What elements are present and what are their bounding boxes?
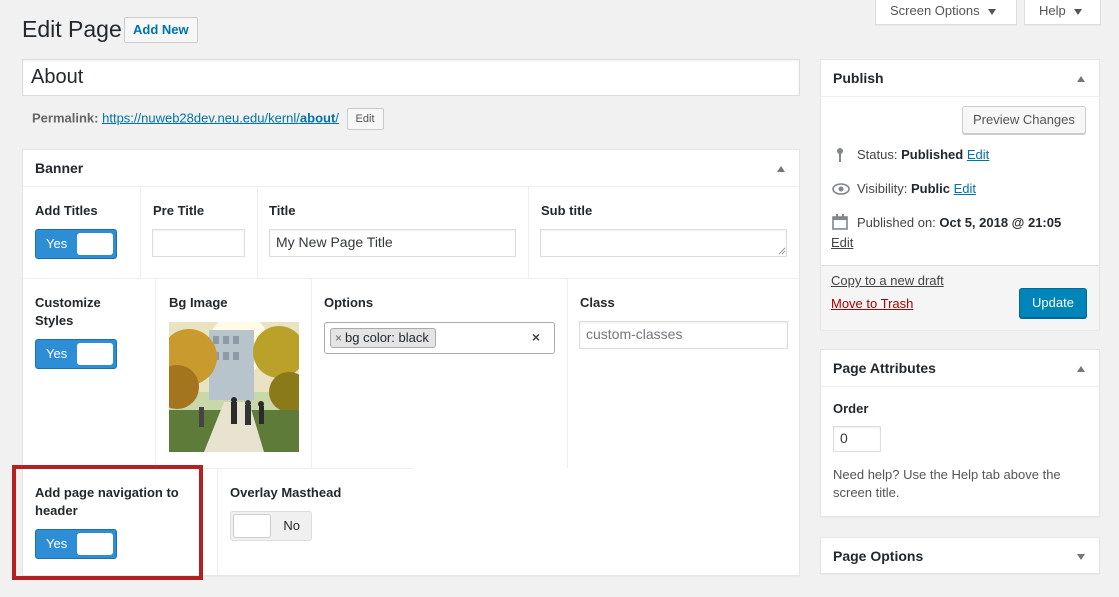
divider: [528, 187, 529, 278]
page-options-header[interactable]: Page Options: [821, 538, 1099, 575]
visibility-value: Public: [910, 181, 950, 196]
banner-header[interactable]: Banner: [23, 150, 799, 187]
status-value: Published: [901, 147, 964, 162]
preview-changes-button[interactable]: Preview Changes: [962, 106, 1086, 134]
toggle-label: No: [283, 518, 300, 533]
toggle-label: Yes: [46, 346, 68, 361]
toggle-label: Yes: [46, 236, 68, 251]
options-label: Options: [324, 295, 374, 310]
help-button[interactable]: Help: [1024, 0, 1101, 25]
class-input[interactable]: custom-classes: [579, 321, 788, 349]
published-row: Published on: Oct 5, 2018 @ 21:05: [857, 214, 1061, 232]
add-titles-toggle[interactable]: Yes: [35, 229, 117, 259]
overlay-masthead-toggle[interactable]: No: [230, 511, 312, 541]
chip-remove-icon[interactable]: ×: [335, 331, 342, 345]
order-label: Order: [833, 401, 869, 416]
pin-icon: [837, 148, 843, 162]
customize-styles-toggle[interactable]: Yes: [35, 339, 117, 369]
option-chip: × bg color: black: [330, 328, 436, 348]
page-options-metabox: Page Options: [820, 537, 1100, 574]
published-value: Oct 5, 2018 @ 21:05: [939, 215, 1062, 230]
page-title: Edit Page: [22, 16, 122, 42]
customize-styles-line1: Customize: [35, 295, 101, 310]
title-label: Title: [269, 203, 296, 218]
toggle-knob: [77, 343, 113, 365]
order-input[interactable]: 0: [833, 426, 881, 452]
divider: [257, 187, 258, 278]
divider: [23, 278, 801, 279]
permalink-link[interactable]: https://nuweb28dev.neu.edu/kernl/about/: [102, 110, 339, 125]
sub-title-label: Sub title: [541, 203, 593, 218]
publish-metabox: Publish Preview Changes Status: Publishe…: [820, 59, 1100, 330]
campus-photo-icon: [169, 322, 299, 452]
help-line2: screen title.: [833, 485, 900, 500]
copy-draft-link[interactable]: Copy to a new draft: [831, 272, 944, 290]
divider: [140, 187, 141, 278]
published-edit-link[interactable]: Edit: [831, 234, 853, 252]
caret-down-icon: [1073, 8, 1082, 15]
permalink-base: https://nuweb28dev.neu.edu/kernl/: [102, 110, 300, 126]
divider: [155, 278, 156, 468]
collapse-arrow-icon[interactable]: [1077, 76, 1085, 82]
toggle-knob: [233, 514, 271, 538]
status-edit-link[interactable]: Edit: [967, 147, 989, 162]
page-attributes-heading: Page Attributes: [833, 360, 936, 376]
permalink-slug: about: [299, 110, 336, 126]
add-new-button[interactable]: Add New: [124, 17, 198, 43]
move-to-trash-link[interactable]: Move to Trash: [831, 295, 913, 313]
collapse-arrow-icon[interactable]: [1077, 366, 1085, 372]
class-label: Class: [580, 295, 615, 310]
chip-label: bg color: black: [345, 330, 429, 345]
banner-title-input[interactable]: My New Page Title: [269, 229, 516, 257]
page-options-heading: Page Options: [833, 548, 924, 564]
screen-options-label: Screen Options: [890, 3, 980, 18]
major-publishing-actions: Copy to a new draft Move to Trash Update: [821, 265, 1099, 330]
sub-title-textarea[interactable]: [540, 229, 787, 257]
divider: [567, 278, 568, 468]
permalink-trail: /: [335, 110, 339, 126]
update-button[interactable]: Update: [1019, 288, 1087, 318]
published-label: Published on:: [857, 215, 936, 230]
help-label: Help: [1039, 3, 1066, 18]
expand-arrow-icon[interactable]: [1077, 554, 1085, 560]
page-attributes-metabox: Page Attributes Order 0 Need help? Use t…: [820, 349, 1100, 517]
pre-title-input[interactable]: [152, 229, 245, 257]
customize-styles-label: Customize Styles: [35, 294, 101, 330]
visibility-edit-link[interactable]: Edit: [954, 181, 976, 196]
caret-down-icon: [987, 8, 996, 15]
help-line1: Need help? Use the Help tab above the: [833, 467, 1061, 482]
screen-options-button[interactable]: Screen Options: [875, 0, 1017, 25]
clear-selection-icon[interactable]: ×: [532, 329, 540, 345]
help-text: Need help? Use the Help tab above the sc…: [833, 466, 1061, 502]
permalink-row: Permalink: https://nuweb28dev.neu.edu/ke…: [32, 108, 384, 130]
status-row: Status: Published Edit: [857, 146, 989, 164]
permalink-label: Permalink:: [32, 110, 99, 126]
options-select[interactable]: × bg color: black ×: [324, 322, 555, 354]
banner-heading: Banner: [35, 160, 84, 176]
pre-title-label: Pre Title: [153, 203, 205, 218]
bg-image-label: Bg Image: [169, 295, 228, 310]
visibility-row: Visibility: Public Edit: [857, 180, 976, 198]
collapse-arrow-icon[interactable]: [777, 166, 785, 172]
toggle-knob: [77, 233, 113, 255]
publish-header[interactable]: Publish: [821, 60, 1099, 97]
add-titles-label: Add Titles: [35, 203, 98, 218]
calendar-icon: [832, 214, 848, 230]
bg-image-thumbnail[interactable]: [169, 322, 299, 452]
permalink-edit-button[interactable]: Edit: [346, 108, 384, 130]
status-label: Status:: [857, 147, 898, 162]
highlight-box: [12, 465, 203, 580]
publish-heading: Publish: [833, 70, 884, 86]
divider: [311, 278, 312, 468]
overlay-masthead-label: Overlay Masthead: [230, 485, 342, 500]
post-title-input[interactable]: About: [22, 59, 800, 96]
divider: [217, 468, 218, 576]
eye-icon: [832, 183, 850, 195]
customize-styles-line2: Styles: [35, 313, 74, 328]
resize-handle-icon[interactable]: [778, 247, 786, 255]
visibility-label: Visibility:: [857, 181, 908, 196]
page-attributes-header[interactable]: Page Attributes: [821, 350, 1099, 387]
